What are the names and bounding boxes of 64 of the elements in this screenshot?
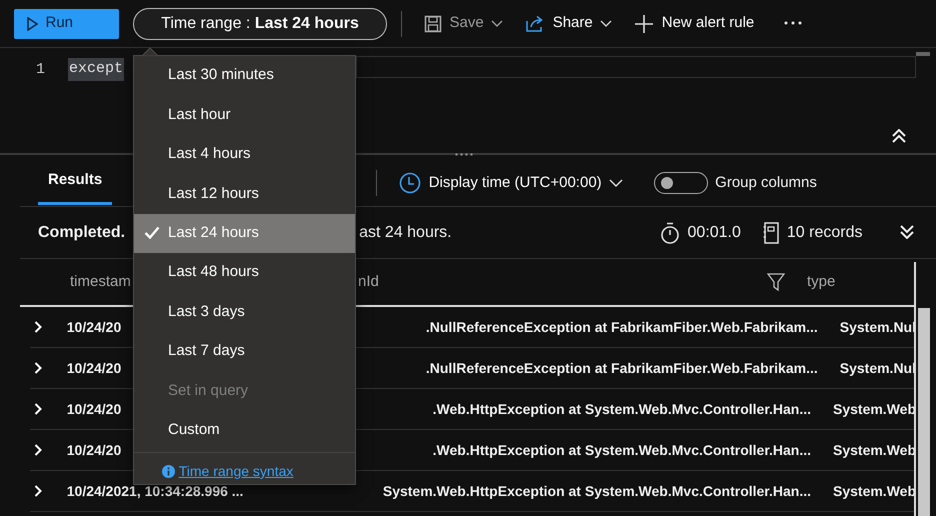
double-chevron-down-icon (900, 225, 914, 240)
menu-item[interactable]: Last 7 days (134, 332, 355, 372)
table-cell-text: 10/24/20 (66, 318, 122, 334)
status-text: Completed. (38, 222, 126, 242)
display-time-dropdown[interactable]: Display time (UTC+00:00) (391, 172, 632, 194)
table-cell-text: 10/24/20 (66, 442, 122, 458)
chevron-right-icon (34, 484, 42, 497)
drag-handle-icon[interactable] (455, 153, 473, 156)
scrollbar-thumb (916, 52, 930, 56)
record-count: 10 records (786, 222, 862, 242)
table-cell: System.Web.HttpException at System.Web.Mvc.Controller.Han... (382, 482, 811, 498)
menu-item[interactable]: Last 4 hours (134, 134, 355, 174)
column-header: timestam (70, 272, 131, 290)
menu-item[interactable]: Last 3 days (134, 292, 355, 332)
time-range-syntax-link[interactable]: Time range syntax (178, 460, 294, 482)
table-cell-text: 10/24/20 (66, 360, 122, 376)
table-cell-text: System.Web (832, 482, 916, 501)
time-range-button[interactable]: Time range : Last 24 hours (133, 8, 387, 40)
table-cell-text: System.Nul (838, 358, 916, 378)
chevron-right-icon (34, 362, 42, 374)
group-columns-label: Group columns (715, 172, 817, 193)
info-icon (162, 464, 175, 478)
table-cell-text: System.Web (832, 440, 916, 460)
menu-item[interactable]: Last 48 hours (134, 252, 355, 292)
menu-item[interactable]: Last 24 hours (134, 214, 355, 253)
share-icon (525, 14, 546, 32)
menu-item[interactable]: Last hour (134, 95, 355, 135)
save-icon (424, 14, 442, 32)
run-button[interactable]: Run (14, 8, 119, 38)
double-chevron-up-icon (892, 128, 906, 143)
play-icon (26, 16, 38, 30)
table-cell: .NullReferenceException at FabrikamFiber.Web.Fabrikam... (426, 360, 818, 376)
group-columns-toggle[interactable] (654, 172, 708, 194)
menu-item[interactable]: Last 30 minutes (134, 56, 355, 96)
clock-icon (399, 172, 422, 194)
table-cell-text: 10/24/20 (66, 400, 122, 416)
table-cell: .Web.HttpException at System.Web.Mvc.Controller.Han... (432, 442, 811, 458)
table-cell: .Web.HttpException at System.Web.Mvc.Controller.Han... (432, 400, 811, 416)
chevron-right-icon (34, 320, 42, 333)
column-header: nId (358, 272, 379, 292)
filter-icon (766, 272, 784, 291)
chevron-down-icon (609, 179, 624, 187)
table-cell: .NullReferenceException at FabrikamFiber.Web.Fabrikam... (426, 318, 818, 334)
status-text: ast 24 hours. (359, 222, 452, 242)
more-icon (784, 21, 802, 26)
notebook-icon (763, 222, 780, 244)
new-alert-rule-button[interactable]: New alert rule (626, 12, 762, 35)
table-cell-text: 10/24/2021, 10:34:28.996 ... (66, 482, 244, 498)
filter-button[interactable] (766, 270, 784, 294)
stopwatch-icon (660, 222, 680, 244)
chevron-right-icon (34, 444, 42, 456)
column-header: type (807, 272, 836, 292)
share-button[interactable]: Share (517, 12, 620, 35)
duration-text: 00:01.0 (688, 222, 741, 242)
chevron-right-icon (34, 402, 42, 415)
line-number: 1 (36, 60, 46, 80)
menu-item[interactable]: Custom (134, 410, 355, 450)
plus-icon (634, 14, 654, 34)
table-cell-text: System.Nul (838, 318, 916, 337)
table-cell-text: System.Web (832, 400, 916, 419)
results-tab[interactable]: Results (38, 161, 112, 205)
checkmark-icon (144, 226, 160, 239)
code-text: except (68, 58, 124, 80)
menu-item[interactable]: Last 12 hours (134, 174, 355, 214)
